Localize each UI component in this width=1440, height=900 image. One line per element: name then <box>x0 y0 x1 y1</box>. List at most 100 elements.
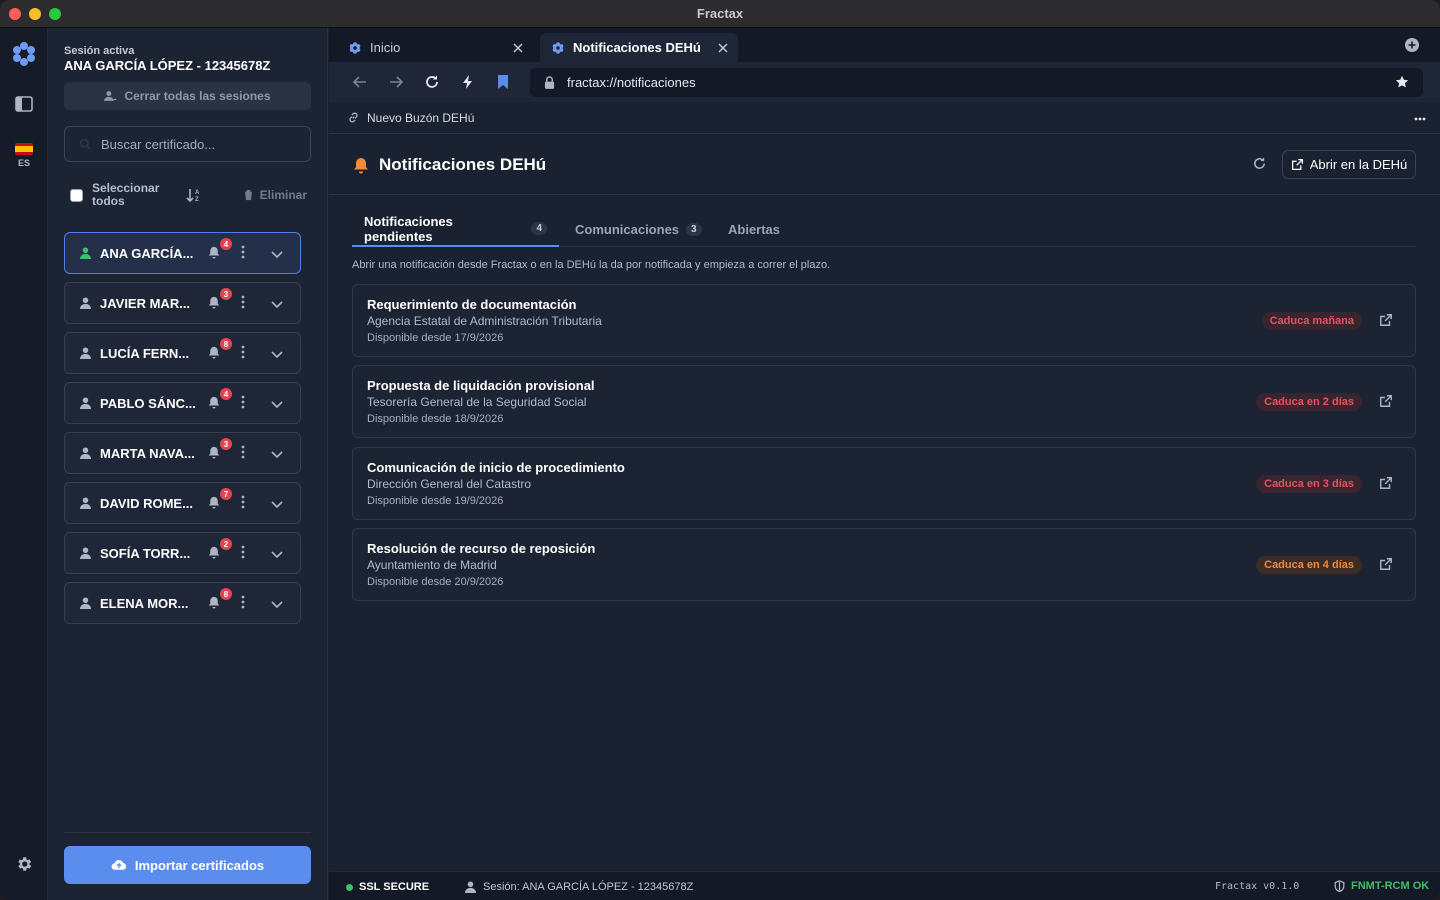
language-selector[interactable]: ES <box>0 140 48 170</box>
forward-arrow-icon[interactable] <box>388 74 404 93</box>
select-all-checkbox[interactable] <box>70 188 83 202</box>
certificate-item[interactable]: JAVIER MAR... 3 <box>64 282 301 324</box>
notification-count-badge: 2 <box>220 538 232 550</box>
notification-card[interactable]: Requerimiento de documentación Agencia Es… <box>352 284 1416 357</box>
notification-organization: Tesorería General de la Seguridad Social <box>367 395 587 409</box>
session-status-text: Sesión: ANA GARCÍA LÓPEZ - 12345678Z <box>483 881 694 893</box>
title-bar: Fractax <box>0 0 1440 28</box>
status-bar: SSL SECURE Sesión: ANA GARCÍA LÓPEZ - 12… <box>329 871 1440 900</box>
minimize-window-button[interactable] <box>29 8 41 20</box>
notifications-bell-icon[interactable] <box>208 496 220 512</box>
kebab-menu-icon[interactable] <box>241 295 245 312</box>
notification-card[interactable]: Comunicación de inicio de procedimiento D… <box>352 447 1416 520</box>
notification-card[interactable]: Resolución de recurso de reposición Ayunt… <box>352 528 1416 601</box>
certificate-item[interactable]: PABLO SÁNC... 4 <box>64 382 301 424</box>
sidebar-toggle-icon[interactable] <box>0 92 48 116</box>
notification-title: Comunicación de inicio de procedimiento <box>367 460 625 475</box>
link-icon <box>349 112 358 123</box>
more-options-icon[interactable] <box>1414 110 1426 124</box>
external-link-icon[interactable] <box>1379 557 1393 574</box>
notifications-bell-icon[interactable] <box>208 396 220 412</box>
notification-card[interactable]: Propuesta de liquidación provisional Teso… <box>352 365 1416 438</box>
certificate-item[interactable]: DAVID ROME... 7 <box>64 482 301 524</box>
close-all-sessions-button[interactable]: Cerrar todas las sesiones <box>64 82 311 110</box>
reload-icon[interactable] <box>424 74 440 93</box>
notification-title: Propuesta de liquidación provisional <box>367 378 595 393</box>
notifications-bell-icon[interactable] <box>208 596 220 612</box>
expiry-badge: Caduca en 2 días <box>1256 393 1362 411</box>
notification-count-badge: 4 <box>220 388 232 400</box>
chevron-down-icon[interactable] <box>271 447 283 462</box>
certificate-item[interactable]: ELENA MOR... 8 <box>64 582 301 624</box>
open-in-dehu-button[interactable]: Abrir en la DEHú <box>1282 150 1416 179</box>
external-link-icon[interactable] <box>1379 313 1393 330</box>
chevron-down-icon[interactable] <box>271 597 283 612</box>
close-tab-icon[interactable] <box>718 41 728 56</box>
notification-title: Resolución de recurso de reposición <box>367 541 596 556</box>
back-arrow-icon[interactable] <box>352 74 368 93</box>
select-all-label: Seleccionar todos <box>92 181 160 208</box>
external-link-icon[interactable] <box>1379 394 1393 411</box>
chevron-down-icon[interactable] <box>271 347 283 362</box>
certificate-item[interactable]: SOFÍA TORR... 2 <box>64 532 301 574</box>
user-icon <box>78 597 92 609</box>
tab-inicio[interactable]: Inicio <box>337 33 533 62</box>
notification-title: Requerimiento de documentación <box>367 297 577 312</box>
bookmark-nuevo-buzon[interactable]: Nuevo Buzón DEHú <box>367 111 474 125</box>
chevron-down-icon[interactable] <box>271 547 283 562</box>
window-controls <box>9 8 61 20</box>
notifications-bell-icon[interactable] <box>208 346 220 362</box>
sort-icon[interactable]: AZ <box>184 187 204 203</box>
tab-label: Notificaciones pendientes <box>364 213 453 244</box>
lock-icon <box>544 76 555 89</box>
address-bar[interactable]: fractax://notificaciones <box>530 68 1423 97</box>
kebab-menu-icon[interactable] <box>241 395 245 412</box>
close-tab-icon[interactable] <box>513 41 523 56</box>
lightning-icon[interactable] <box>460 74 476 93</box>
notification-count-badge: 3 <box>220 288 232 300</box>
certificate-name: DAVID ROME... <box>100 495 193 511</box>
certificate-item[interactable]: LUCÍA FERN... 8 <box>64 332 301 374</box>
user-icon <box>78 397 92 409</box>
star-icon[interactable] <box>1395 75 1409 92</box>
delete-button[interactable]: Eliminar <box>243 188 307 202</box>
tab-label: Notificaciones DEHú <box>573 40 701 55</box>
tab-abiertas[interactable]: Abiertas <box>716 212 792 247</box>
chevron-down-icon[interactable] <box>271 247 283 262</box>
kebab-menu-icon[interactable] <box>241 595 245 612</box>
notification-tabs: Notificaciones pendientes 4 Comunicacion… <box>352 212 1416 247</box>
chevron-down-icon[interactable] <box>271 497 283 512</box>
chevron-down-icon[interactable] <box>271 397 283 412</box>
ssl-status-text: SSL SECURE <box>359 881 430 893</box>
external-link-icon[interactable] <box>1379 476 1393 493</box>
close-all-sessions-label: Cerrar todas las sesiones <box>124 89 271 103</box>
close-window-button[interactable] <box>9 8 21 20</box>
notifications-bell-icon[interactable] <box>208 446 220 462</box>
kebab-menu-icon[interactable] <box>241 245 245 262</box>
bookmark-icon[interactable] <box>496 74 510 93</box>
new-tab-plus-icon[interactable] <box>1405 38 1419 55</box>
notifications-bell-icon[interactable] <box>208 546 220 562</box>
app-logo-small-icon <box>552 41 564 54</box>
settings-gear-icon[interactable] <box>0 852 48 876</box>
search-input[interactable] <box>101 136 301 152</box>
kebab-menu-icon[interactable] <box>241 495 245 512</box>
tab-comunicaciones[interactable]: Comunicaciones 3 <box>563 212 714 247</box>
notifications-bell-icon[interactable] <box>208 246 220 262</box>
kebab-menu-icon[interactable] <box>241 545 245 562</box>
certificate-item[interactable]: MARTA NAVA... 3 <box>64 432 301 474</box>
kebab-menu-icon[interactable] <box>241 445 245 462</box>
certificate-item[interactable]: ANA GARCÍA... 4 <box>64 232 301 274</box>
chevron-down-icon[interactable] <box>271 297 283 312</box>
refresh-icon[interactable] <box>1252 156 1267 174</box>
import-certificates-button[interactable]: Importar certificados <box>64 846 311 884</box>
open-in-dehu-label: Abrir en la DEHú <box>1309 157 1408 172</box>
app-logo-icon[interactable] <box>0 40 48 68</box>
expiry-badge: Caduca en 3 días <box>1256 475 1362 493</box>
maximize-window-button[interactable] <box>49 8 61 20</box>
kebab-menu-icon[interactable] <box>241 345 245 362</box>
notifications-bell-icon[interactable] <box>208 296 220 312</box>
browser-toolbar: fractax://notificaciones <box>329 62 1440 102</box>
tab-notificaciones-pendientes[interactable]: Notificaciones pendientes 4 <box>352 212 559 247</box>
tab-notificaciones[interactable]: Notificaciones DEHú <box>540 33 738 62</box>
